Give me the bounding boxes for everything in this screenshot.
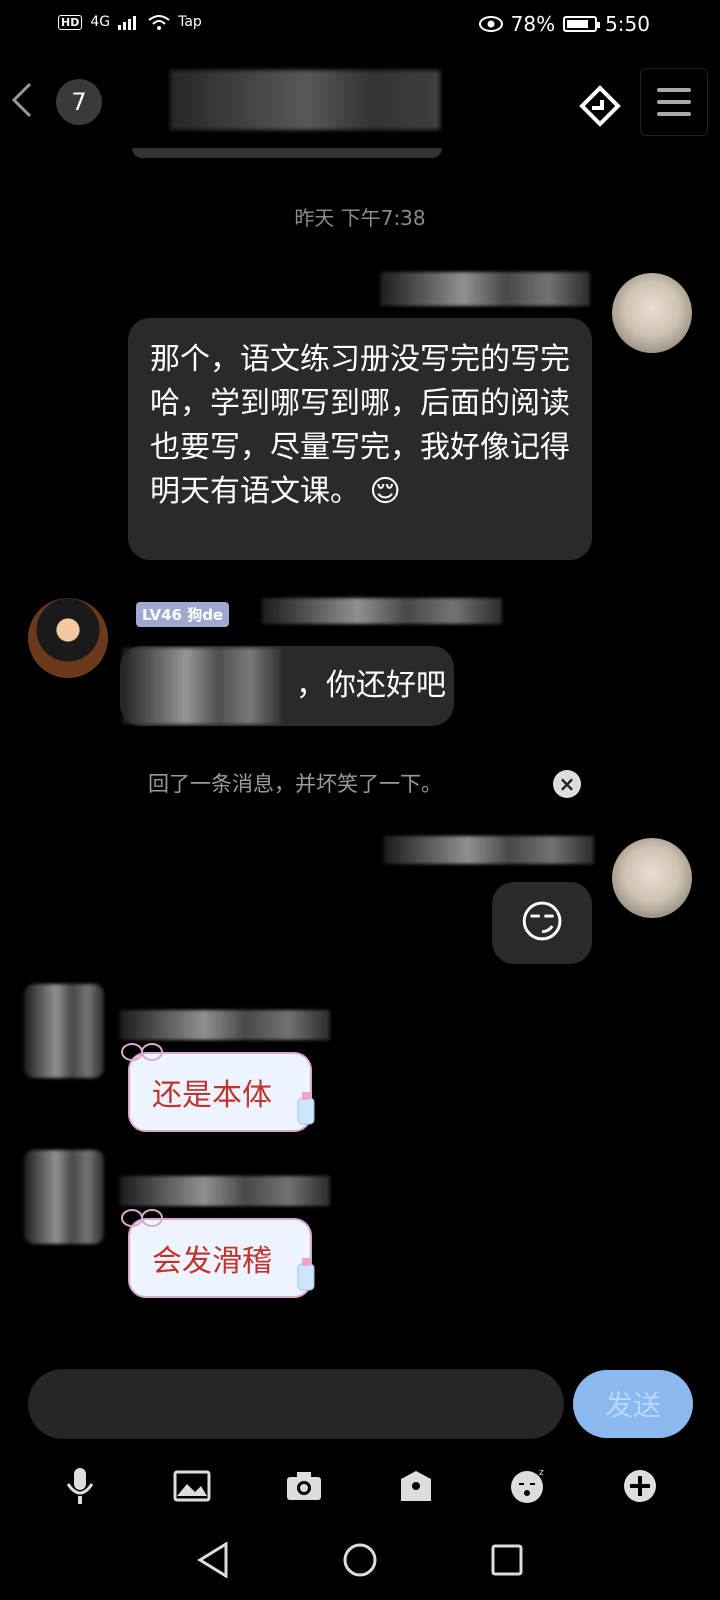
menu-icon (657, 88, 691, 92)
hd-indicator: HD (58, 14, 83, 30)
system-notice: 回了一条消息，并坏笑了一下。 (148, 772, 442, 796)
level-badge: LV46 狗de (136, 602, 230, 627)
system-navigation (0, 1530, 720, 1590)
camera-button[interactable] (280, 1462, 328, 1510)
chat-title (170, 70, 440, 130)
more-button[interactable] (616, 1462, 664, 1510)
microphone-icon (66, 1468, 94, 1504)
smirk-emoji: 😏 (519, 897, 565, 948)
sticker-text: 还是本体 (152, 1078, 272, 1113)
battery-icon (563, 16, 601, 32)
gift-icon (401, 1471, 431, 1501)
close-icon[interactable]: × (553, 770, 581, 798)
sender-name-blur (120, 1176, 330, 1206)
avatar[interactable] (612, 838, 692, 918)
message-input[interactable] (28, 1369, 564, 1439)
eye-icon (478, 16, 503, 32)
composer-toolbar: z (0, 1456, 720, 1516)
send-button[interactable]: 发送 (573, 1370, 693, 1438)
nav-home-icon[interactable] (342, 1542, 378, 1578)
message-text: 那个，语文练习册没写完的写完哈，学到哪写到哪，后面的阅读也要写，尽量写完，我好像… (150, 342, 570, 509)
menu-button[interactable] (640, 68, 708, 136)
goggles-icon (120, 1206, 164, 1235)
sticker-text: 会发滑稽 (152, 1244, 272, 1279)
plus-icon (624, 1470, 656, 1502)
menu-icon-line (657, 112, 691, 116)
status-right: 78% 5:50 (478, 12, 650, 36)
image-button[interactable] (168, 1462, 216, 1510)
battery-percent: 78% (510, 12, 556, 36)
message-timestamp: 昨天 下午7:38 (294, 206, 426, 230)
sender-name-blur (262, 598, 502, 624)
avatar[interactable] (24, 984, 104, 1078)
tap-indicator: Tap (178, 14, 202, 30)
menu-icon-line (657, 100, 691, 104)
avatar[interactable] (24, 1150, 104, 1244)
camera-icon (287, 1472, 321, 1500)
avatar[interactable] (28, 598, 108, 678)
gift-button[interactable] (392, 1462, 440, 1510)
voice-button[interactable] (56, 1462, 104, 1510)
sender-name-blur (384, 836, 594, 864)
bottle-icon (290, 1088, 320, 1132)
message-blur (122, 648, 282, 724)
message-bubble[interactable]: 那个，语文练习册没写完的写完哈，学到哪写到哪，后面的阅读也要写，尽量写完，我好像… (128, 318, 592, 560)
bottle-icon (290, 1254, 320, 1298)
share-icon (579, 85, 621, 127)
goggles-icon (120, 1040, 164, 1069)
message-bubble[interactable]: 😏 (492, 882, 592, 964)
status-left: HD 4G Tap (58, 14, 202, 30)
chevron-left-icon (11, 82, 32, 118)
clock: 5:50 (605, 12, 650, 36)
emoji-button[interactable]: z (504, 1462, 552, 1510)
emoji-icon: z (511, 1468, 544, 1503)
sender-name-blur (120, 1010, 330, 1040)
relieved-emoji: 😌 (369, 474, 401, 509)
avatar[interactable] (612, 273, 692, 353)
wifi-icon (148, 15, 170, 30)
signal-icon (118, 16, 137, 30)
nav-recents-icon[interactable] (490, 1543, 524, 1577)
nav-back-icon[interactable] (196, 1542, 230, 1578)
image-icon (173, 1470, 211, 1502)
sender-name-blur (380, 272, 590, 306)
svg-text:z: z (539, 1468, 544, 1478)
unread-badge[interactable]: 7 (56, 79, 102, 125)
back-button[interactable] (10, 80, 34, 130)
pinned-strip[interactable] (132, 148, 442, 158)
network-indicator: 4G (90, 14, 111, 30)
share-button[interactable] (578, 84, 621, 127)
message-text: ，你还好吧 (296, 668, 446, 703)
